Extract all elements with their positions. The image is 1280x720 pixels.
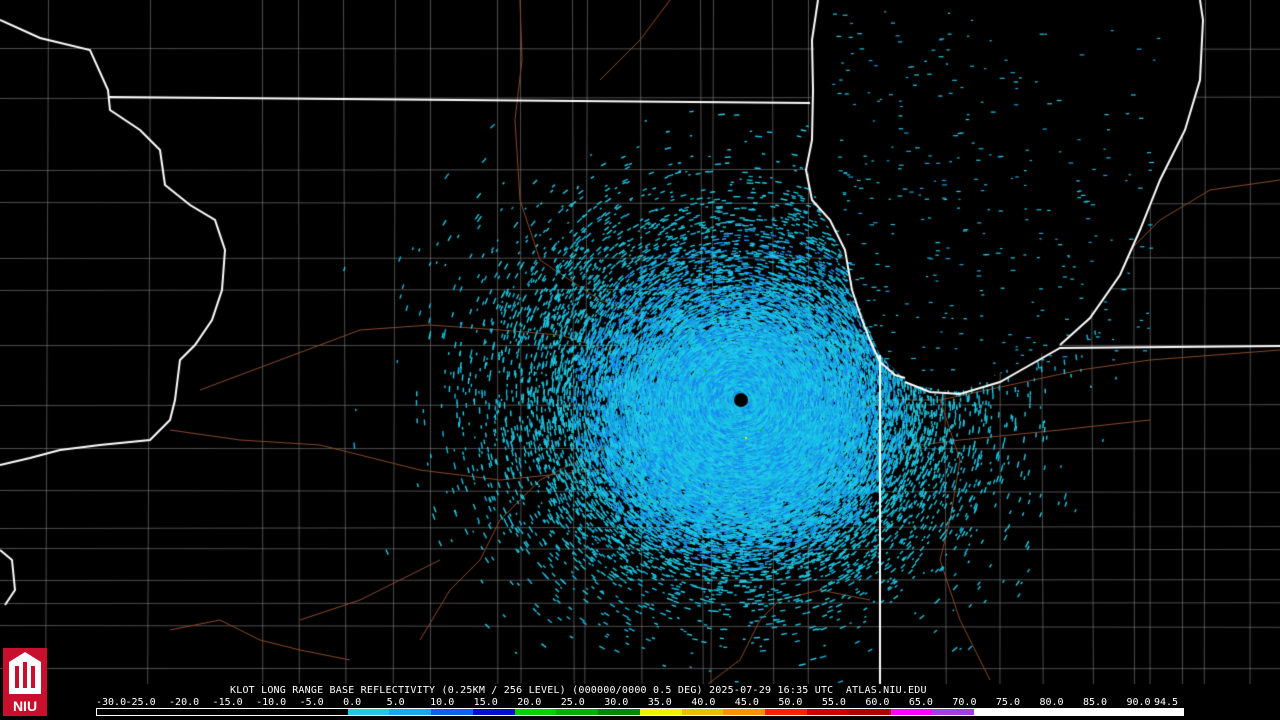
logo-text: NIU [13, 698, 37, 714]
colorbar-label: 60.0 [865, 697, 890, 708]
colorbar-segment [180, 709, 223, 715]
colorbar-label: 35.0 [647, 697, 672, 708]
colorbar-label: 0.0 [343, 697, 362, 708]
niu-logo: NIU [3, 648, 47, 716]
colorbar-segment [974, 709, 1016, 715]
colorbar-segment [264, 709, 306, 715]
colorbar-label: 94.5 [1154, 697, 1179, 708]
colorbar-segment [598, 709, 640, 715]
colorbar-segment [222, 709, 265, 715]
colorbar-label: 10.0 [430, 697, 455, 708]
colorbar-segment [848, 709, 891, 715]
colorbar-segment [556, 709, 599, 715]
colorbar-label: -20.0 [169, 697, 200, 708]
colorbar-label: 50.0 [778, 697, 803, 708]
colorbar-segment [347, 709, 390, 715]
colorbar-segment [389, 709, 432, 715]
colorbar-label: 75.0 [995, 697, 1020, 708]
colorbar-label: 25.0 [560, 697, 585, 708]
colorbar-label: -25.0 [125, 697, 156, 708]
colorbar-segment [932, 709, 975, 715]
colorbar-segment [1015, 709, 1058, 715]
product-title: KLOT LONG RANGE BASE REFLECTIVITY (0.25K… [230, 685, 927, 696]
colorbar-segment [431, 709, 473, 715]
colorbar-segment [1099, 709, 1142, 715]
colorbar-label: 5.0 [386, 697, 405, 708]
colorbar-label: -5.0 [299, 697, 324, 708]
colorbar-segment [138, 709, 181, 715]
colorbar-label: 15.0 [473, 697, 498, 708]
colorbar-label: 80.0 [1039, 697, 1064, 708]
colorbar-label: -15.0 [212, 697, 243, 708]
colorbar-segment [765, 709, 808, 715]
colorbar-label: 45.0 [734, 697, 759, 708]
colorbar [96, 708, 1184, 716]
colorbar-label: 30.0 [604, 697, 629, 708]
colorbar-label: -30.0 [96, 697, 127, 708]
colorbar-label: -10.0 [256, 697, 287, 708]
colorbar-label: 90.0 [1126, 697, 1151, 708]
colorbar-labels: -30.0 -25.0 -20.0 -15.0 -10.0 -5.0 0.0 5.0 10.0 1… [96, 697, 1196, 708]
colorbar-segment [514, 709, 557, 715]
colorbar-label: 85.0 [1082, 697, 1108, 708]
radar-map [0, 0, 1280, 720]
colorbar-label: 55.0 [821, 697, 846, 708]
colorbar-segment [723, 709, 766, 715]
colorbar-segment [97, 709, 139, 715]
colorbar-segment [1057, 709, 1100, 715]
colorbar-label: 70.0 [952, 697, 977, 708]
colorbar-segment [1141, 709, 1183, 715]
colorbar-label: 65.0 [908, 697, 933, 708]
colorbar-label: 40.0 [691, 697, 716, 708]
colorbar-segment [639, 709, 682, 715]
colorbar-segment [890, 709, 933, 715]
colorbar-segment [472, 709, 515, 715]
colorbar-label: 20.0 [517, 697, 542, 708]
colorbar-segment [305, 709, 348, 715]
colorbar-segment [807, 709, 849, 715]
colorbar-segment [681, 709, 724, 715]
